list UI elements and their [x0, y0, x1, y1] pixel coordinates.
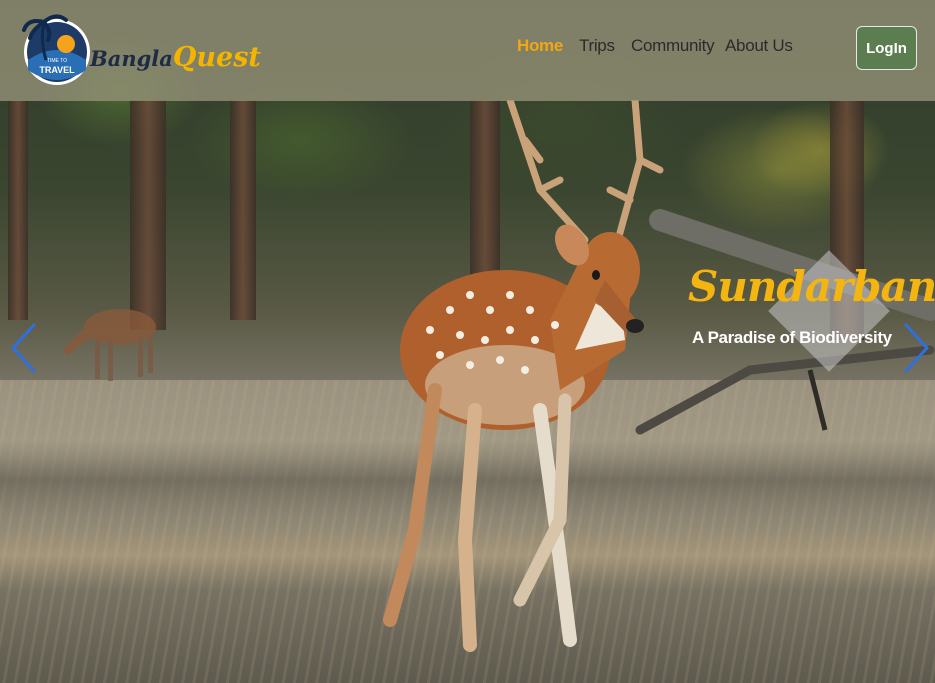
brand-name-part2: Quest — [172, 42, 261, 73]
brand-name-part1: Bangla — [90, 46, 173, 71]
tree-trunk — [8, 100, 28, 320]
nav-community[interactable]: Community — [631, 36, 715, 56]
chevron-left-icon[interactable] — [8, 322, 38, 374]
chevron-right-icon[interactable] — [902, 322, 932, 374]
slide-title: Sundarban — [688, 262, 935, 311]
spotted-deer — [383, 100, 664, 652]
tree-trunk — [230, 100, 256, 320]
badge-top-text: TIME TO — [47, 58, 67, 64]
navbar: TIME TO TRAVEL BanglaQuest Home Trips Co… — [0, 0, 935, 101]
brand-name[interactable]: BanglaQuest — [90, 42, 261, 86]
background-deer — [62, 309, 156, 381]
badge-bottom-text: TRAVEL — [39, 65, 75, 75]
logo-badge[interactable]: TIME TO TRAVEL — [22, 10, 92, 88]
nav-about-us[interactable]: About Us — [725, 36, 793, 56]
nav-home[interactable]: Home — [517, 36, 563, 56]
login-button[interactable]: LogIn — [856, 26, 917, 70]
slide-subtitle: A Paradise of Biodiversity — [692, 328, 892, 347]
nav-trips[interactable]: Trips — [579, 36, 615, 56]
